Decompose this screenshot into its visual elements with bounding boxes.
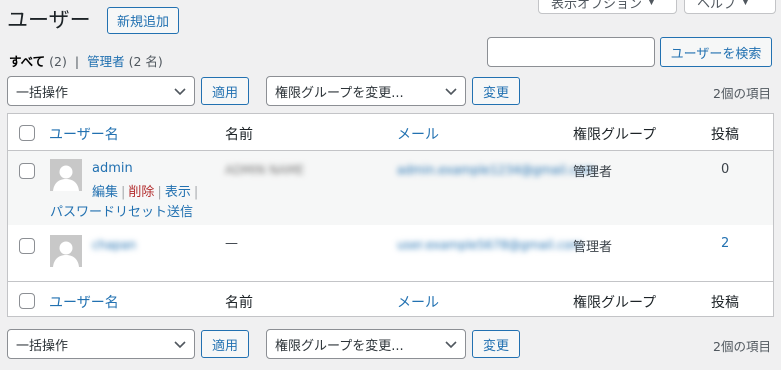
apply-button-top[interactable]: 適用 (201, 77, 249, 105)
bulk-action-select-bottom[interactable]: 一括操作 (7, 329, 195, 359)
filter-administrator[interactable]: 管理者 (87, 51, 125, 70)
item-count-top: 2個の項目 (713, 86, 771, 101)
bulk-action-selected: 一括操作 (16, 338, 69, 354)
posts-count: 0 (721, 162, 730, 177)
bulk-action-selected: 一括操作 (16, 85, 69, 101)
change-role-selected: 権限グループを変更... (275, 338, 404, 354)
row-checkbox[interactable] (19, 238, 35, 254)
column-email[interactable]: メール (397, 292, 439, 312)
change-role-button-bottom[interactable]: 変更 (472, 330, 520, 358)
column-posts: 投稿 (711, 295, 739, 311)
default-avatar-icon (50, 159, 82, 191)
table-header-row: ユーザー名 名前 メール 権限グループ 投稿 (8, 114, 773, 151)
help-label: ヘルプ (697, 0, 737, 12)
row-checkbox[interactable] (19, 163, 35, 179)
send-password-reset-link[interactable]: パスワードリセット送信 (50, 201, 193, 220)
help-button[interactable]: ヘルプ ▼ (684, 0, 776, 14)
filter-all[interactable]: すべて (9, 51, 45, 70)
users-table: ユーザー名 名前 メール 権限グループ 投稿 admin 編集 | 削除 | 表… (7, 113, 774, 317)
change-role-selected: 権限グループを変更... (275, 85, 404, 101)
filter-admin-count: (2 名) (128, 54, 163, 69)
chevron-down-icon (445, 88, 457, 96)
role-cell: 管理者 (573, 165, 613, 180)
column-email[interactable]: メール (397, 124, 439, 144)
item-count-bottom: 2個の項目 (713, 339, 771, 354)
search-users-button[interactable]: ユーザーを検索 (660, 37, 772, 67)
posts-count-link[interactable]: 2 (721, 236, 729, 251)
username-link-redacted[interactable]: chapan (92, 238, 136, 252)
column-username[interactable]: ユーザー名 (49, 292, 119, 312)
column-username[interactable]: ユーザー名 (49, 124, 119, 144)
column-name: 名前 (225, 127, 253, 143)
caret-down-icon: ▼ (742, 0, 749, 7)
screen-options-button[interactable]: 表示オプション ▼ (538, 0, 677, 14)
email-link-redacted[interactable]: user.example5678@gmail.com (397, 238, 583, 252)
action-separator: | (157, 185, 162, 200)
action-separator: | (121, 185, 126, 200)
table-row: chapan — user.example5678@gmail.com 管理者 … (8, 225, 773, 281)
row-actions: 編集 | 削除 | 表示 | (92, 181, 198, 200)
role-cell: 管理者 (573, 240, 613, 255)
view-link[interactable]: 表示 (165, 181, 191, 200)
chevron-down-icon (174, 341, 186, 349)
select-all-checkbox-bottom[interactable] (19, 293, 35, 309)
default-avatar-icon (50, 235, 82, 267)
add-new-button[interactable]: 新規追加 (107, 7, 180, 34)
username-link[interactable]: admin (92, 161, 133, 176)
change-role-select-bottom[interactable]: 権限グループを変更... (266, 329, 466, 359)
name-redacted: ADMIN NAME (225, 163, 305, 177)
table-footer-row: ユーザー名 名前 メール 権限グループ 投稿 (8, 281, 773, 318)
column-posts: 投稿 (711, 127, 739, 143)
table-row: admin 編集 | 削除 | 表示 | パスワードリセット送信 ADMIN N… (8, 151, 773, 225)
chevron-down-icon (445, 341, 457, 349)
edit-link[interactable]: 編集 (92, 181, 118, 200)
delete-link[interactable]: 削除 (128, 181, 154, 200)
select-all-checkbox[interactable] (19, 125, 35, 141)
name-cell: — (225, 236, 238, 251)
action-separator: | (193, 185, 199, 200)
chevron-down-icon (174, 88, 186, 96)
role-filter-links: すべて (2) | 管理者 (2 名) (9, 51, 163, 70)
change-role-button-top[interactable]: 変更 (472, 77, 520, 105)
filter-separator: | (74, 54, 80, 69)
column-name: 名前 (225, 295, 253, 311)
avatar (50, 159, 82, 191)
email-link-redacted[interactable]: admin.example1234@gmail.com (397, 163, 595, 177)
page-title: ユーザー (7, 8, 91, 32)
column-role: 権限グループ (573, 127, 657, 143)
screen-options-label: 表示オプション (551, 0, 643, 12)
user-search-input[interactable] (487, 37, 655, 67)
column-role: 権限グループ (573, 295, 657, 311)
avatar (50, 235, 82, 267)
bulk-action-select-top[interactable]: 一括操作 (7, 76, 195, 106)
change-role-select-top[interactable]: 権限グループを変更... (266, 76, 466, 106)
apply-button-bottom[interactable]: 適用 (201, 330, 249, 358)
caret-down-icon: ▼ (648, 0, 655, 7)
filter-all-count: (2) (49, 54, 67, 69)
